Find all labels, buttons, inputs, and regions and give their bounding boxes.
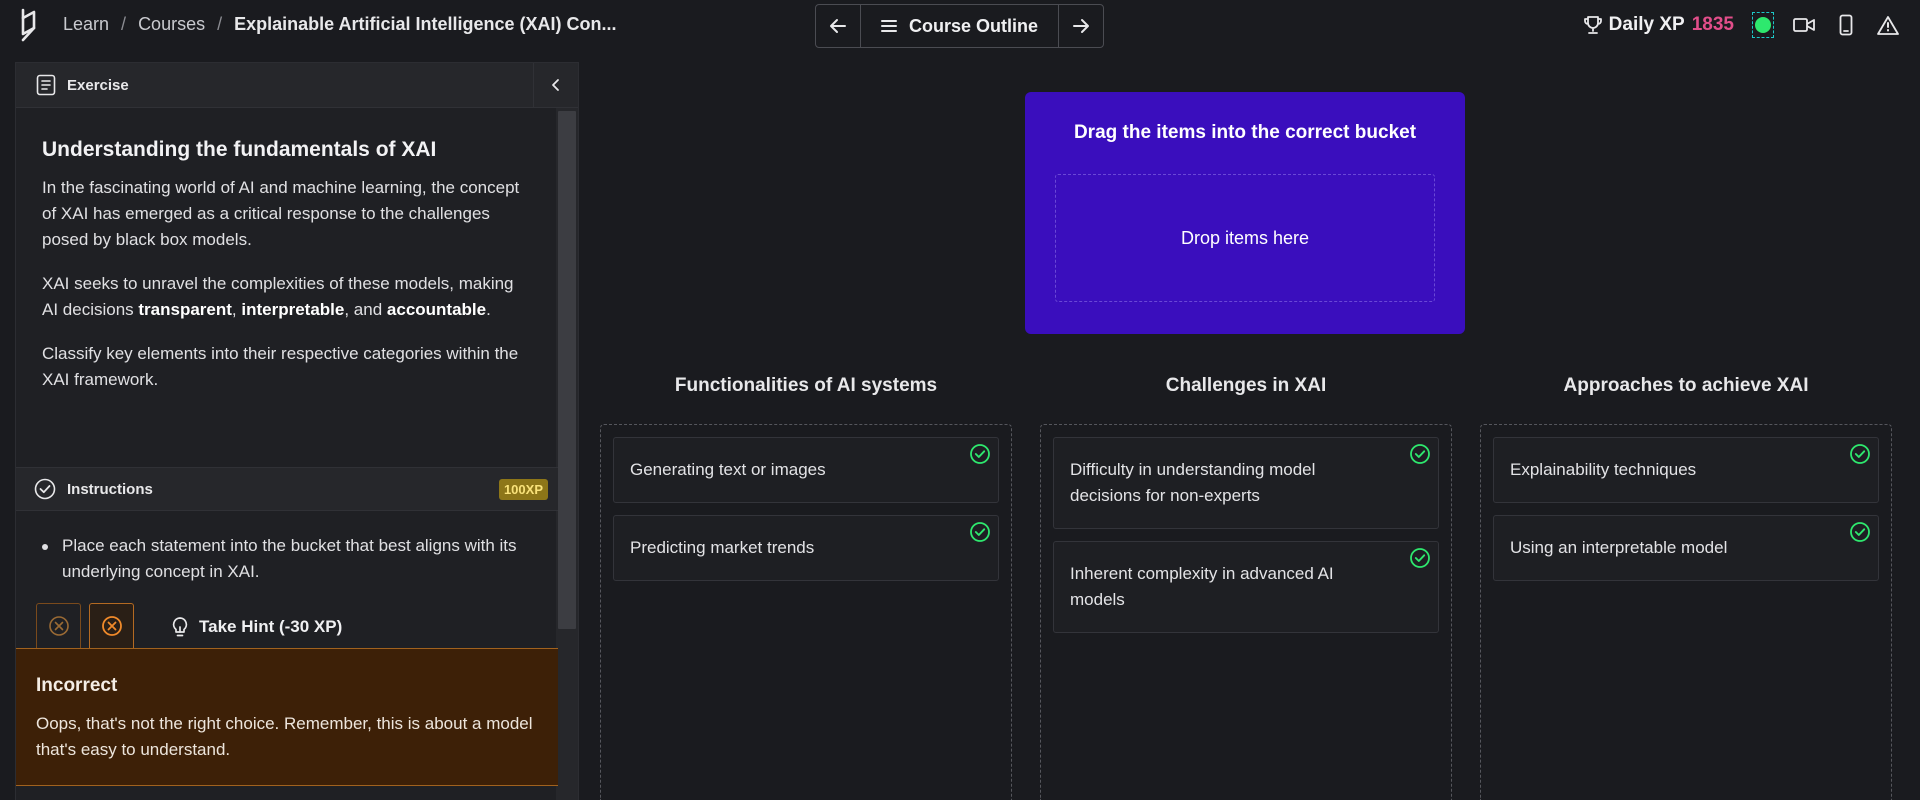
arrow-right-icon xyxy=(1073,19,1089,33)
check-circle-icon xyxy=(1410,548,1430,568)
video-camera-icon xyxy=(1793,18,1815,32)
draggable-item[interactable]: Using an interpretable model xyxy=(1493,515,1879,581)
item-label: Explainability techniques xyxy=(1510,460,1697,479)
drop-box: Drag the items into the correct bucket D… xyxy=(1025,92,1465,334)
item-label: Inherent complexity in advanced AI model… xyxy=(1070,564,1334,609)
daily-xp-label: Daily XP xyxy=(1608,14,1685,35)
bold-term-interpretable: interpretable xyxy=(241,300,345,319)
bucket-challenges[interactable]: Difficulty in understanding model decisi… xyxy=(1040,424,1452,800)
drop-zone[interactable]: Drop items here xyxy=(1055,174,1435,302)
take-hint-button[interactable]: Take Hint (-30 XP) xyxy=(171,616,342,638)
attempt-tab-1[interactable] xyxy=(36,603,81,648)
paragraph-text: , xyxy=(231,300,242,319)
breadcrumb-separator: / xyxy=(121,13,127,34)
datacamp-logo-icon[interactable] xyxy=(20,8,48,42)
video-button[interactable] xyxy=(1792,13,1816,37)
exercise-panel: Exercise Understanding the fundamentals … xyxy=(15,62,579,800)
take-hint-label: Take Hint (-30 XP) xyxy=(199,617,343,636)
warning-icon xyxy=(1877,16,1899,35)
feedback-panel: Incorrect Oops, that's not the right cho… xyxy=(16,648,558,786)
report-issue-button[interactable] xyxy=(1876,13,1900,37)
next-button[interactable] xyxy=(1058,5,1103,47)
check-circle-icon xyxy=(1410,444,1430,464)
draggable-item[interactable]: Inherent complexity in advanced AI model… xyxy=(1053,541,1439,633)
mobile-icon xyxy=(1839,14,1853,36)
breadcrumb-course-title[interactable]: Explainable Artificial Intelligence (XAI… xyxy=(234,14,616,35)
instructions-header: Instructions 100XP xyxy=(16,467,558,511)
item-label: Difficulty in understanding model decisi… xyxy=(1070,460,1316,505)
daily-xp: Daily XP 1835 xyxy=(1583,14,1734,36)
instructions-list: Place each statement into the bucket tha… xyxy=(42,533,532,585)
check-circle-icon xyxy=(34,478,56,500)
bold-term-accountable: accountable xyxy=(386,300,487,319)
instructions-label: Instructions xyxy=(67,480,153,498)
close-circle-icon xyxy=(101,616,122,636)
arrow-left-icon xyxy=(830,19,846,33)
drop-zone-placeholder: Drop items here xyxy=(1180,227,1310,248)
bold-term-transparent: transparent xyxy=(138,300,232,319)
paragraph-text: , and xyxy=(344,300,387,319)
check-circle-icon xyxy=(1850,522,1870,542)
draggable-item[interactable]: Explainability techniques xyxy=(1493,437,1879,503)
draggable-item[interactable]: Generating text or images xyxy=(613,437,999,503)
exercise-paragraph-2: XAI seeks to unravel the complexities of… xyxy=(42,271,532,323)
trophy-icon xyxy=(1583,16,1602,34)
bucket-approaches[interactable]: Explainability techniques Using an inter… xyxy=(1480,424,1892,800)
paragraph-text: . xyxy=(486,300,491,319)
chevron-left-icon xyxy=(552,79,559,91)
breadcrumb: Learn / Courses / Explainable Artificial… xyxy=(63,12,617,36)
course-outline-label: Course Outline xyxy=(908,15,1038,36)
exercise-paragraph-1: In the fascinating world of AI and machi… xyxy=(42,178,520,249)
check-circle-icon xyxy=(1850,444,1870,464)
item-label: Using an interpretable model xyxy=(1510,538,1728,557)
status-indicator[interactable] xyxy=(1752,12,1774,38)
collapse-panel-button[interactable] xyxy=(533,63,578,107)
exercise-content: Understanding the fundamentals of XAI In… xyxy=(16,108,558,393)
course-outline-button[interactable]: Course Outline xyxy=(861,5,1058,47)
scrollbar-thumb[interactable] xyxy=(558,111,576,629)
top-bar: Learn / Courses / Explainable Artificial… xyxy=(0,0,1920,52)
drop-box-title: Drag the items into the correct bucket xyxy=(1073,122,1417,143)
previous-button[interactable] xyxy=(816,5,861,47)
document-icon xyxy=(36,74,56,96)
breadcrumb-courses[interactable]: Courses xyxy=(138,14,205,35)
breadcrumb-learn[interactable]: Learn xyxy=(63,14,109,35)
header-tools: Daily XP 1835 xyxy=(1583,10,1900,40)
breadcrumb-separator: / xyxy=(217,13,223,34)
instruction-item: Place each statement into the bucket tha… xyxy=(42,533,532,585)
bucket-title-functionalities: Functionalities of AI systems xyxy=(674,375,938,396)
feedback-title: Incorrect xyxy=(36,675,118,696)
attempt-tab-2[interactable] xyxy=(89,603,134,648)
exercise-header: Exercise xyxy=(16,63,578,108)
item-label: Generating text or images xyxy=(630,460,826,479)
draggable-item[interactable]: Predicting market trends xyxy=(613,515,999,581)
exercise-paragraph-3: Classify key elements into their respect… xyxy=(42,344,519,389)
menu-icon xyxy=(880,20,897,32)
xp-badge: 100XP xyxy=(498,479,548,500)
daily-xp-value: 1835 xyxy=(1691,14,1734,35)
bucket-functionalities[interactable]: Generating text or images Predicting mar… xyxy=(600,424,1012,800)
exercise-title: Understanding the fundamentals of XAI xyxy=(42,138,437,161)
course-navigation: Course Outline xyxy=(815,4,1104,48)
draggable-item[interactable]: Difficulty in understanding model decisi… xyxy=(1053,437,1439,529)
check-circle-icon xyxy=(970,522,990,542)
check-circle-icon xyxy=(970,444,990,464)
mobile-button[interactable] xyxy=(1834,13,1858,37)
bucket-title-approaches: Approaches to achieve XAI xyxy=(1563,375,1809,396)
close-circle-icon xyxy=(48,616,69,636)
feedback-message: Oops, that's not the right choice. Remem… xyxy=(36,714,533,759)
item-label: Predicting market trends xyxy=(630,538,815,557)
lightbulb-icon xyxy=(172,617,188,637)
bucket-title-challenges: Challenges in XAI xyxy=(1165,375,1327,396)
exercise-header-label: Exercise xyxy=(67,76,129,94)
status-dot-icon xyxy=(1755,17,1771,33)
attempt-tabs xyxy=(36,603,134,648)
